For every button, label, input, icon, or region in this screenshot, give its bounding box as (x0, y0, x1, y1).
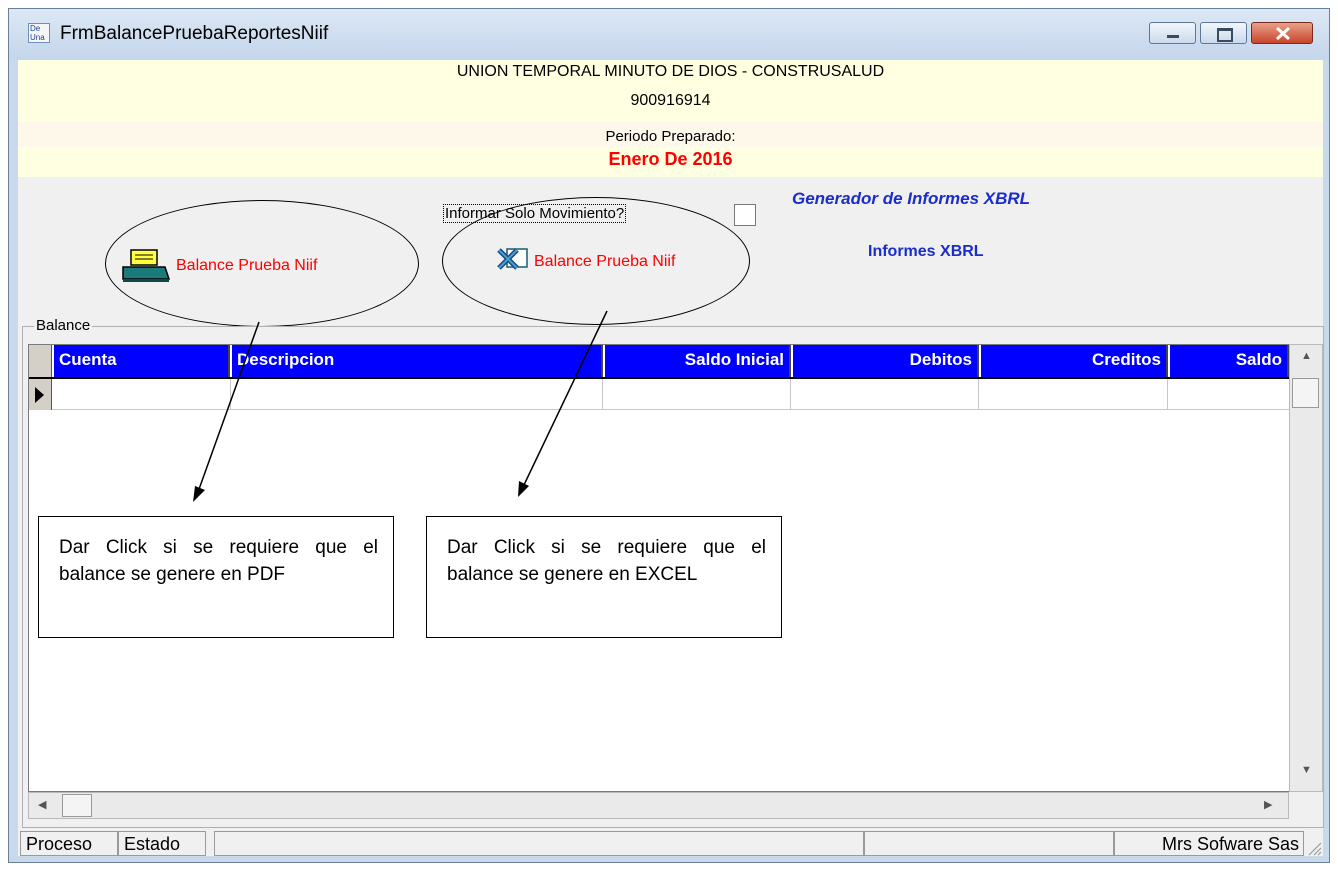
scroll-right-icon[interactable]: ▶ (1264, 798, 1272, 811)
status-empty (864, 831, 1114, 856)
app-icon[interactable]: De Una (28, 23, 50, 43)
maximize-icon (1217, 28, 1233, 42)
current-row-indicator[interactable] (29, 379, 52, 410)
scroll-down-icon[interactable]: ▼ (1301, 764, 1312, 776)
excel-callout: Dar Click si se requiere que el balance … (426, 516, 782, 638)
column-header-saldo[interactable]: Saldo (1168, 345, 1289, 377)
vertical-scrollbar[interactable] (1289, 344, 1323, 792)
status-message (214, 831, 864, 856)
row-pointer-icon (35, 387, 44, 403)
balance-group-label: Balance (34, 317, 93, 334)
vertical-scroll-thumb[interactable] (1292, 378, 1319, 408)
horizontal-scrollbar[interactable] (28, 792, 1289, 819)
period-value: Enero De 2016 (608, 149, 733, 169)
xbrl-generator-title: Generador de Informes XBRL (792, 189, 1031, 208)
scroll-left-icon[interactable]: ◀ (38, 798, 46, 811)
cell-divider (790, 379, 791, 410)
cell-divider (1167, 379, 1168, 410)
column-header-creditos[interactable]: Creditos (979, 345, 1168, 377)
resize-grip-icon[interactable] (1306, 840, 1322, 856)
row-selector-header (29, 345, 52, 377)
xbrl-reports-button[interactable]: Informes XBRL (868, 243, 984, 261)
company-name: UNION TEMPORAL MINUTO DE DIOS - CONSTRUS… (456, 63, 885, 80)
status-estado: Estado (118, 831, 206, 856)
minimize-button[interactable] (1149, 22, 1196, 44)
cell-descripcion[interactable] (230, 379, 603, 410)
pdf-highlight-ellipse (105, 200, 419, 327)
column-header-cuenta[interactable]: Cuenta (52, 345, 230, 377)
close-button[interactable] (1251, 22, 1313, 44)
cell-saldo-inicial[interactable] (603, 379, 791, 410)
horizontal-scroll-thumb[interactable] (62, 794, 92, 817)
status-proceso: Proceso (20, 831, 118, 856)
period-label: Periodo Preparado: (605, 128, 736, 145)
column-header-descripcion[interactable]: Descripcion (230, 345, 603, 377)
status-company: Mrs Sofware Sas (1114, 831, 1304, 856)
excel-highlight-ellipse (442, 197, 750, 325)
close-icon (1275, 27, 1291, 40)
column-header-debitos[interactable]: Debitos (791, 345, 979, 377)
pdf-callout: Dar Click si se requiere que el balance … (38, 516, 394, 638)
minimize-icon (1167, 35, 1179, 38)
cell-cuenta[interactable] (52, 379, 230, 410)
cell-divider (602, 379, 603, 410)
cell-divider (978, 379, 979, 410)
window-title: FrmBalancePruebaReportesNiif (60, 23, 329, 44)
cell-creditos[interactable] (979, 379, 1168, 410)
only-movement-checkbox[interactable] (734, 204, 756, 226)
column-header-saldo-inicial[interactable]: Saldo Inicial (603, 345, 791, 377)
company-nit: 900916914 (630, 92, 711, 109)
maximize-button[interactable] (1200, 22, 1247, 44)
cell-debitos[interactable] (791, 379, 979, 410)
cell-divider (230, 379, 231, 410)
cell-saldo[interactable] (1168, 379, 1289, 410)
scroll-up-icon[interactable]: ▲ (1301, 350, 1312, 362)
